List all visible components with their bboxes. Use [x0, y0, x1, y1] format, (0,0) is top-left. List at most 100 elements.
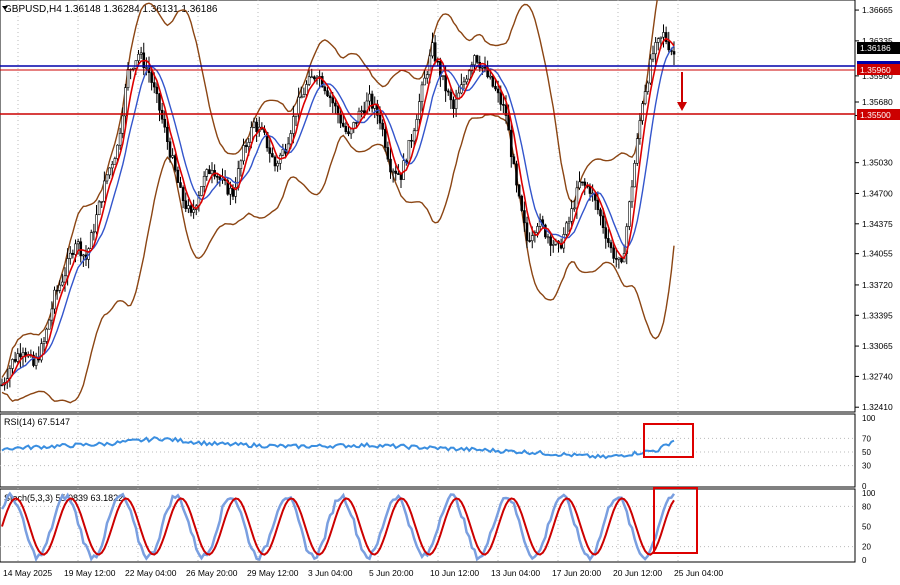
candle-body: [617, 257, 621, 260]
candle-body: [423, 77, 426, 86]
candle-body: [454, 98, 458, 109]
candle-body: [289, 133, 293, 145]
candle-body: [391, 170, 395, 173]
stoch-tick-label: 100: [862, 489, 876, 498]
candle-body: [105, 174, 109, 182]
time-label: 3 Jun 04:00: [308, 568, 353, 578]
candle-body: [231, 187, 235, 197]
candle-body: [66, 258, 69, 277]
candle-body: [347, 131, 350, 135]
candle-body: [496, 88, 500, 94]
candle-body: [481, 67, 484, 69]
candle-body: [633, 162, 636, 188]
candle-body: [61, 281, 64, 286]
candle-body: [612, 247, 615, 259]
candle-body: [229, 187, 232, 195]
candle-body: [124, 87, 127, 117]
candle-body: [389, 158, 392, 173]
candle-body: [208, 169, 211, 175]
candle-body: [360, 110, 363, 112]
candle-body: [328, 95, 332, 99]
candle-body: [341, 122, 345, 127]
candle-body: [635, 138, 639, 164]
candle-body: [19, 353, 22, 358]
candle-body: [449, 91, 453, 101]
candle-body: [383, 128, 387, 148]
candle-body: [299, 96, 303, 99]
candle-body: [649, 58, 652, 84]
stoch-tick-label: 50: [862, 523, 871, 532]
candle-body: [509, 129, 513, 158]
candle-body: [210, 170, 214, 175]
candle-body: [491, 75, 495, 87]
candle-body: [528, 240, 531, 242]
candle-body: [82, 254, 85, 257]
candle-body: [323, 86, 327, 92]
candle-body: [297, 96, 300, 115]
candle-body: [302, 94, 306, 98]
candle-body: [441, 75, 445, 77]
candle-body: [502, 104, 505, 106]
candle-body: [654, 42, 657, 55]
candle-body: [42, 341, 46, 344]
svg-text:1.35500: 1.35500: [860, 110, 891, 120]
candle-body: [402, 160, 405, 180]
candle-body: [599, 209, 602, 217]
candle-body: [13, 359, 17, 362]
candle-body: [95, 214, 98, 233]
candle-body: [53, 289, 56, 310]
candle-body: [517, 184, 521, 197]
price-tick-label: 1.33065: [862, 341, 893, 351]
candle-body: [431, 42, 434, 57]
candle-body: [100, 200, 104, 203]
candle-body: [641, 103, 644, 121]
candle-body: [103, 180, 106, 202]
candle-body: [410, 139, 413, 142]
chart-canvas[interactable]: GBPUSD,H4 1.36148 1.36284 1.36131 1.3618…: [0, 0, 900, 585]
time-label: 17 Jun 20:00: [552, 568, 601, 578]
candle-body: [659, 36, 663, 40]
candle-body: [179, 182, 182, 188]
symbol-title: GBPUSD,H4 1.36148 1.36284 1.36131 1.3618…: [4, 4, 218, 15]
candle-body: [218, 176, 222, 180]
candle-body: [546, 236, 550, 239]
candle-body: [620, 257, 623, 263]
candle-body: [339, 114, 342, 124]
candle-body: [565, 222, 568, 235]
time-label: 5 Jun 20:00: [369, 568, 414, 578]
candle-body: [651, 53, 655, 60]
candle-body: [116, 144, 119, 159]
rsi-label: RSI(14) 67.5147: [4, 417, 70, 427]
candle-body: [137, 53, 140, 61]
candle-body: [68, 252, 72, 259]
candle-body: [355, 122, 358, 124]
candle-body: [662, 32, 665, 38]
candle-body: [184, 200, 188, 209]
candle-body: [488, 75, 492, 78]
rsi-panel: [0, 413, 856, 488]
price-tick-label: 1.35680: [862, 97, 893, 107]
time-label: 13 Jun 04:00: [491, 568, 540, 578]
candle-body: [334, 102, 337, 107]
candle-body: [121, 115, 125, 134]
candle-body: [176, 169, 180, 183]
candle-body: [420, 84, 424, 102]
current-price-label: 1.36186: [857, 42, 900, 54]
candle-body: [664, 32, 668, 42]
candle-body: [446, 90, 450, 93]
candle-body: [16, 353, 20, 362]
candle-body: [71, 252, 75, 255]
candle-body: [271, 153, 274, 158]
candle-body: [475, 55, 479, 63]
candle-body: [638, 120, 642, 139]
candle-body: [473, 55, 476, 66]
price-tick-label: 1.33720: [862, 280, 893, 290]
candle-body: [551, 244, 555, 246]
time-label: 29 May 12:00: [247, 568, 299, 578]
candle-body: [163, 118, 167, 128]
candle-body: [205, 169, 209, 177]
candle-body: [494, 86, 497, 90]
candle-body: [126, 68, 130, 88]
candle-body: [268, 147, 272, 154]
candle-body: [168, 141, 172, 158]
